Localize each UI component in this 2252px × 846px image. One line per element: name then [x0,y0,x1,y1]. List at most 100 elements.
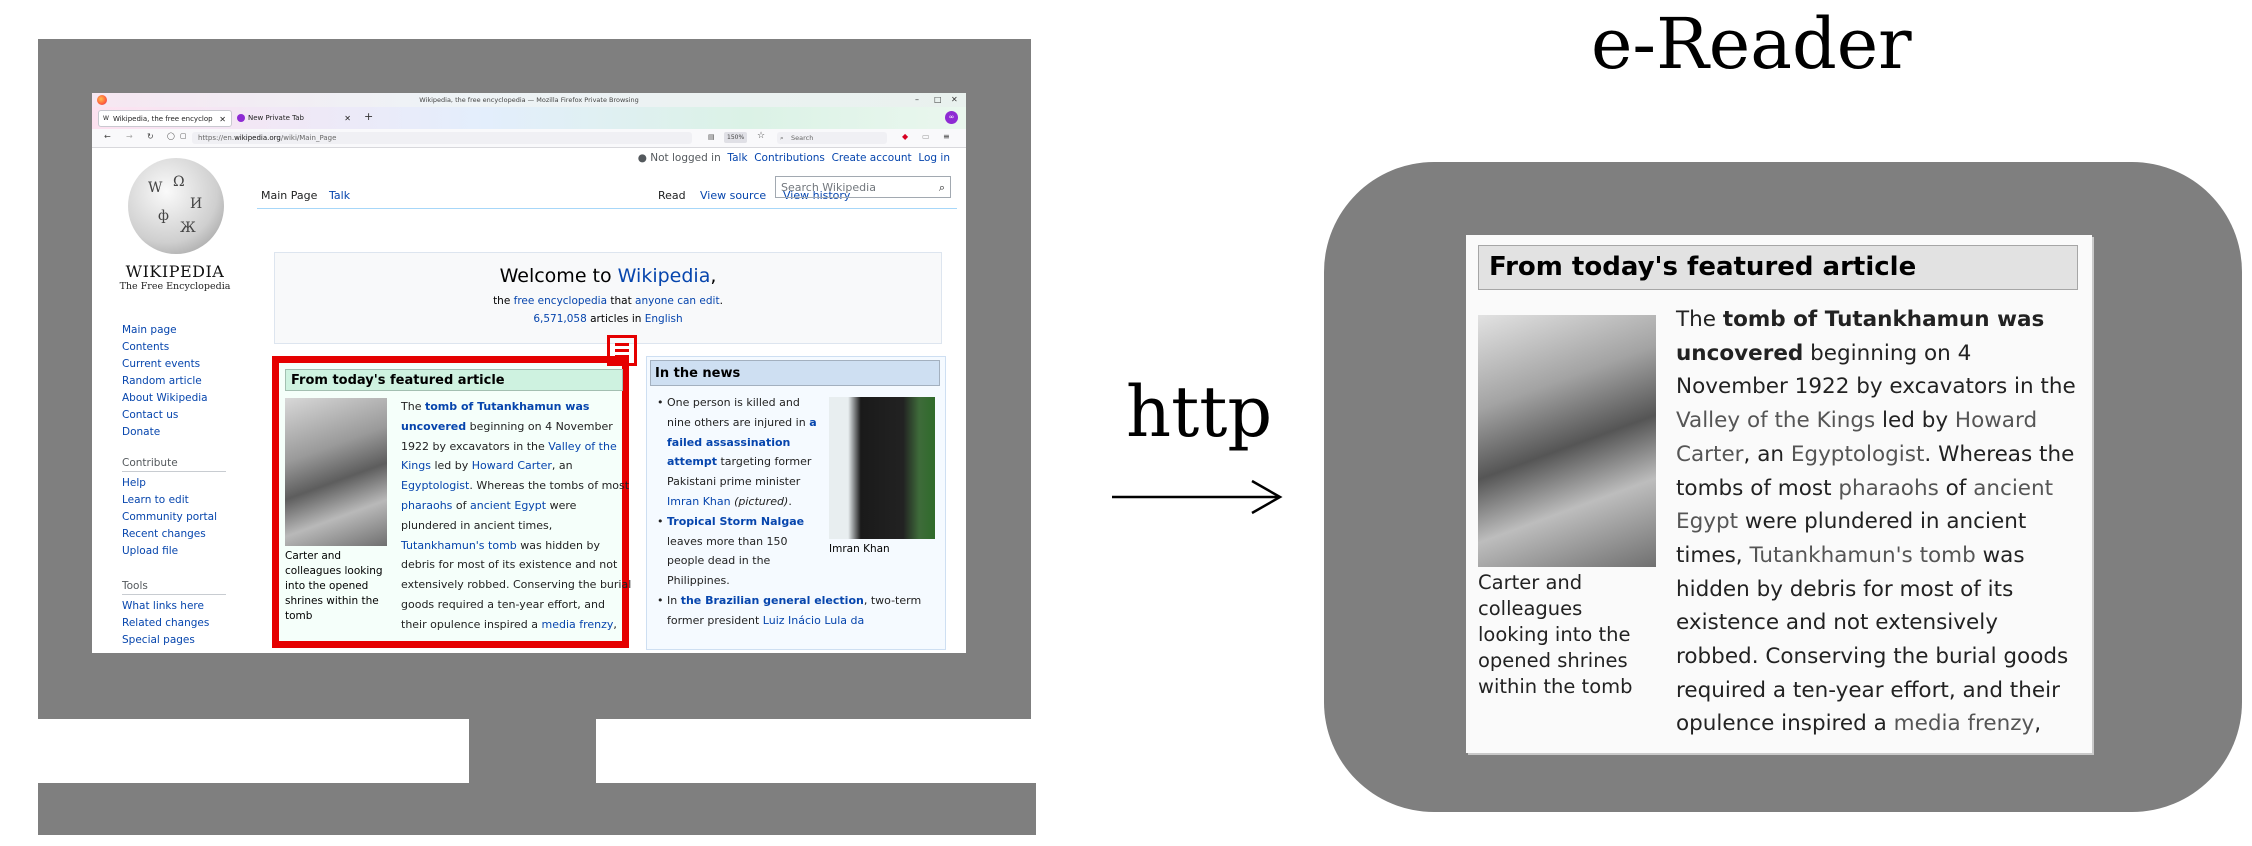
english-link[interactable]: English [645,313,683,325]
wiki-search-input[interactable]: Search Wikipedia ⌕ [775,176,951,198]
tropical-storm-nalgae-link[interactable]: Tropical Storm Nalgae [667,515,804,528]
minimize-icon[interactable]: – [915,95,919,104]
nav-random-article[interactable]: Random article [122,373,208,390]
howard-carter-link[interactable]: Howard Carter [472,459,552,472]
anyone-can-edit-link[interactable]: anyone can edit [635,295,720,307]
url-path: /wiki/Main_Page [280,134,337,142]
egyptologist-link[interactable]: Egyptologist [401,479,469,492]
wiki-sidebar: WΩИфЖ WIKIPEDIA The Free Encyclopedia Ma… [92,148,255,653]
log-in-link[interactable]: Log in [918,152,950,164]
create-account-link[interactable]: Create account [832,152,912,164]
featured-article-text: The tomb of Tutankhamun was uncovered be… [1676,303,2086,741]
article-count-link[interactable]: 6,571,058 [533,313,586,325]
valley-of-the-kings-link[interactable]: Valley of the Kings [1676,408,1875,433]
forward-icon[interactable]: → [126,132,133,141]
tab-new-private[interactable]: New Private Tab ✕ [234,110,356,127]
nav-current-events[interactable]: Current events [122,356,208,373]
bookmark-star-icon[interactable]: ☆ [757,131,765,141]
welcome-sub-text: that [607,295,636,307]
nav-upload-file[interactable]: Upload file [122,543,217,560]
text-run: The [1676,307,1723,332]
tutankhamuns-tomb-link[interactable]: Tutankhamun's tomb [1749,543,1975,568]
nav-what-links-here[interactable]: What links here [122,598,209,615]
nav-community-portal[interactable]: Community portal [122,509,217,526]
toolbar-icon[interactable]: ▭ [922,132,930,141]
main-navigation: Main page Contents Current events Random… [122,322,208,441]
nav-special-pages[interactable]: Special pages [122,632,209,649]
extension-icon[interactable]: ◆ [902,132,908,141]
featured-article-text: The tomb of Tutankhamun was uncovered be… [401,397,633,635]
tab-talk[interactable]: Talk [329,189,350,202]
browser-search-input[interactable]: ⌕ Search [777,132,887,144]
contributions-link[interactable]: Contributions [754,152,825,164]
tomb-photo[interactable] [285,398,387,546]
nav-contact-us[interactable]: Contact us [122,407,208,424]
tutankhamuns-tomb-link[interactable]: Tutankhamun's tomb [401,539,517,552]
tab-main-page[interactable]: Main Page [261,189,317,202]
tab-read[interactable]: Read [658,189,686,202]
nav-contents[interactable]: Contents [122,339,208,356]
wikipedia-favicon-icon: W [103,115,109,122]
nav-help[interactable]: Help [122,475,217,492]
url-input[interactable]: https://en.wikipedia.org/wiki/Main_Page [192,132,692,144]
nav-about-wikipedia[interactable]: About Wikipedia [122,390,208,407]
text-run: The [401,400,425,413]
nav-learn-to-edit[interactable]: Learn to edit [122,492,217,509]
new-tab-icon[interactable]: + [364,110,373,123]
talk-link[interactable]: Talk [727,152,747,164]
tomb-photo-caption: Carter and colleagues looking into the o… [285,550,383,622]
contribute-navigation: Help Learn to edit Community portal Rece… [122,475,217,560]
zoom-level[interactable]: 150% [724,132,748,143]
window-titlebar: Wikipedia, the free encyclopedia — Mozil… [92,93,966,107]
pharaohs-link[interactable]: pharaohs [401,499,452,512]
private-mask-icon [237,114,245,122]
reader-view-icon[interactable]: ▤ [708,133,715,141]
shield-icon[interactable]: ◯ [167,132,175,140]
wikipedia-globe-logo[interactable]: WΩИфЖ [128,158,224,254]
news-items: • One person is killed and nine others ar… [657,393,921,631]
search-icon[interactable]: ⌕ [939,177,945,199]
imran-khan-photo[interactable] [829,397,935,539]
imran-khan-link[interactable]: Imran Khan [667,495,731,508]
free-encyclopedia-link[interactable]: free encyclopedia [514,295,607,307]
nav-donate[interactable]: Donate [122,424,208,441]
ancient-egypt-link[interactable]: ancient Egypt [470,499,546,512]
nav-main-page[interactable]: Main page [122,322,208,339]
wikipedia-wordmark[interactable]: WIKIPEDIA [92,262,258,281]
tab-wikipedia[interactable]: W Wikipedia, the free encyclop ✕ [98,110,232,127]
text-run: In [667,593,681,607]
close-tab-icon[interactable]: ✕ [344,110,351,127]
news-item: • One person is killed and nine others ar… [657,396,817,508]
lula-link[interactable]: Luiz Inácio Lula da [763,614,864,627]
pharaohs-link[interactable]: pharaohs [1838,476,1938,501]
nav-related-changes[interactable]: Related changes [122,615,209,632]
egyptologist-link[interactable]: Egyptologist [1791,442,1925,467]
text-run: was hidden by debris for most of its exi… [1676,542,2069,737]
close-window-icon[interactable]: ✕ [951,95,958,104]
text-run: leaves more than 150 people dead in the … [667,534,788,588]
not-logged-in-text: Not logged in [650,152,721,164]
nav-recent-changes[interactable]: Recent changes [122,526,217,543]
reload-icon[interactable]: ↻ [147,132,154,141]
contribute-heading: Contribute [122,457,226,472]
media-frenzy-link[interactable]: media frenzy [541,618,613,631]
media-frenzy-link[interactable]: media frenzy [1894,711,2035,736]
maximize-icon[interactable]: □ [934,95,942,104]
search-placeholder: Search [791,134,814,142]
tab-view-source[interactable]: View source [700,189,766,202]
private-browsing-icon: ∞ [945,111,958,124]
tomb-photo [1478,315,1656,567]
welcome-sub-text: the [493,295,514,307]
text-run: of [452,498,470,512]
marker-line [615,355,629,358]
welcome-banner: Welcome to Wikipedia, the free encyclope… [274,252,942,344]
brazilian-election-link[interactable]: the Brazilian general election [681,594,864,607]
menu-icon[interactable]: ≡ [943,132,950,141]
welcome-prefix: Welcome to [499,265,618,287]
back-icon[interactable]: ← [104,132,111,141]
navigation-toolbar: ← → ↻ ◯ ▢ https://en.wikipedia.org/wiki/… [92,129,966,148]
welcome-wikipedia-link[interactable]: Wikipedia [618,265,711,287]
monitor-stand-neck [469,719,596,785]
text-run: . [788,494,792,508]
close-tab-icon[interactable]: ✕ [219,111,226,128]
